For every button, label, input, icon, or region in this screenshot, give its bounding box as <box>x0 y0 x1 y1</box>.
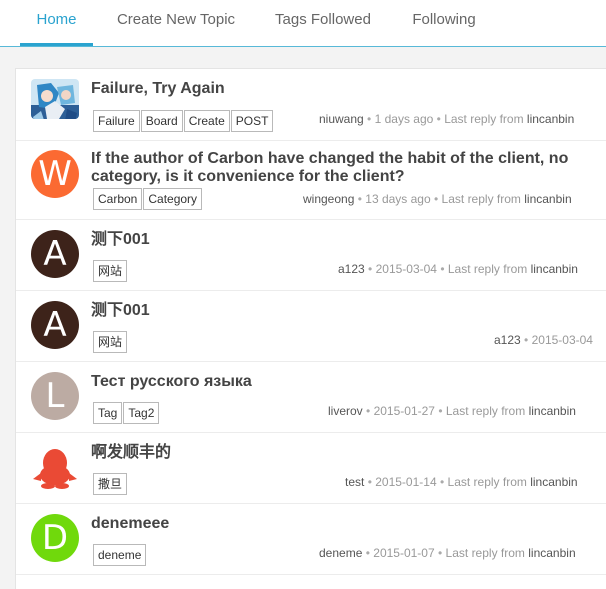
last-reply-user[interactable]: lincanbin <box>527 112 574 126</box>
top-nav: Home Create New Topic Tags Followed Foll… <box>0 0 606 47</box>
author-link[interactable]: a123 <box>494 333 521 347</box>
separator-dot: • <box>440 262 445 276</box>
author-link[interactable]: deneme <box>319 546 362 560</box>
topic-tag[interactable]: 网站 <box>93 331 128 353</box>
post-time: 2015-03-04 <box>375 262 437 276</box>
topic-row[interactable]: 啊发顺丰的撒旦 test • 2015-01-14 • Last reply fr… <box>16 432 606 504</box>
last-reply-user[interactable]: lincanbin <box>528 546 575 560</box>
author-link[interactable]: niuwang <box>319 112 364 126</box>
tag-list: 撒旦 <box>93 473 128 495</box>
tag-list: Failure Board Create POST <box>93 110 274 132</box>
anime-avatar-image[interactable] <box>31 79 79 119</box>
last-reply-user[interactable]: lincanbin <box>529 404 576 418</box>
user-avatar[interactable]: L <box>31 372 79 420</box>
topic-tag[interactable]: Failure <box>93 110 140 132</box>
topic-meta: a123 • 2015-03-04 <box>494 333 593 347</box>
qq-penguin-icon[interactable] <box>31 443 79 491</box>
separator-dot: • <box>438 546 443 560</box>
topic-meta: niuwang • 1 days ago • Last reply from l… <box>319 112 574 126</box>
topic-tag[interactable]: POST <box>230 110 274 132</box>
topic-title[interactable]: 啊发顺丰的 <box>91 444 606 462</box>
avatar-letter: L <box>45 376 65 416</box>
topic-tag[interactable]: Category <box>143 188 203 210</box>
user-avatar[interactable]: D <box>31 514 79 562</box>
last-reply-label: Last reply from <box>445 404 526 418</box>
post-time: 2015-01-07 <box>373 546 435 560</box>
topic-row[interactable]: A 测下001 网站 a123 • 2015-03-04 <box>16 290 606 362</box>
last-reply-label: Last reply from <box>445 546 525 560</box>
separator-dot: • <box>438 404 443 418</box>
topic-tag[interactable]: Carbon <box>93 188 143 210</box>
separator-dot: • <box>367 112 372 126</box>
topic-title[interactable]: denemeee <box>91 515 606 533</box>
topic-title[interactable]: 测下001 <box>91 231 606 249</box>
avatar-letter: A <box>43 305 67 345</box>
author-link[interactable]: a123 <box>338 262 365 276</box>
user-avatar[interactable]: W <box>31 150 79 198</box>
author-link[interactable]: test <box>345 475 364 489</box>
separator-dot: • <box>439 475 445 489</box>
last-reply-user[interactable]: lincanbin <box>524 192 571 206</box>
avatar-letter: W <box>38 154 72 194</box>
last-reply-label: Last reply from <box>441 192 521 206</box>
topic-title[interactable]: Failure, Try Again <box>91 80 606 98</box>
user-avatar[interactable]: A <box>31 301 79 349</box>
tab-home[interactable]: Home <box>20 0 93 46</box>
separator-dot: • <box>368 262 373 276</box>
separator-dot: • <box>436 112 441 126</box>
post-time: 1 days ago <box>374 112 434 126</box>
topic-tag[interactable]: Board <box>140 110 183 132</box>
topic-title[interactable]: Тест русского языка <box>91 373 606 391</box>
separator-dot: • <box>524 333 529 347</box>
author-link[interactable]: wingeong <box>303 192 354 206</box>
topic-row[interactable]: Failure, Try Again Failure Board Create POST… <box>16 69 606 141</box>
last-reply-label: Last reply from <box>447 262 528 276</box>
avatar-letter: A <box>43 234 67 274</box>
post-time: 2015-01-27 <box>373 404 435 418</box>
last-reply-user[interactable]: lincanbin <box>530 475 577 489</box>
tab-tags-followed[interactable]: Tags Followed <box>260 0 386 45</box>
tab-following[interactable]: Following <box>396 0 492 45</box>
topic-tag[interactable]: Create <box>183 110 230 132</box>
separator-dot: • <box>367 475 372 489</box>
separator-dot: • <box>357 192 362 206</box>
topic-meta: liverov • 2015-01-27 • Last reply from l… <box>328 404 576 418</box>
topic-title[interactable]: If the author of Carbon have changed the… <box>91 150 606 186</box>
topic-row[interactable]: L Тест русского языка Tag Tag2 liverov • 201… <box>16 361 606 433</box>
topic-list: Failure, Try Again Failure Board Create POST… <box>15 68 606 589</box>
last-reply-user[interactable]: lincanbin <box>531 262 578 276</box>
tag-list: Carbon Category <box>93 188 203 210</box>
topic-tag[interactable]: Tag <box>93 402 123 424</box>
avatar-letter: D <box>41 518 69 558</box>
topic-tag[interactable]: 撒旦 <box>93 473 128 495</box>
topic-title[interactable]: 测下001 <box>91 302 606 320</box>
topic-tag[interactable]: deneme <box>93 544 147 566</box>
post-time: 2015-01-14 <box>375 475 437 489</box>
topic-row[interactable]: W If the author of Carbon have changed th… <box>16 140 606 220</box>
separator-dot: • <box>434 192 439 206</box>
last-reply-label: Last reply from <box>444 112 524 126</box>
topic-tag[interactable]: Tag2 <box>123 402 160 424</box>
tab-create-new-topic[interactable]: Create New Topic <box>102 0 250 45</box>
topic-tag[interactable]: 网站 <box>93 260 128 282</box>
post-time: 2015-03-04 <box>531 333 593 347</box>
tag-list: 网站 <box>93 260 128 282</box>
separator-dot: • <box>366 404 371 418</box>
topic-row[interactable]: A 测下001 网站 a123 • 2015-03-04 • Last reply f… <box>16 219 606 291</box>
tag-list: deneme <box>93 544 147 566</box>
tag-list: 网站 <box>93 331 128 353</box>
topic-meta: a123 • 2015-03-04 • Last reply from linc… <box>338 262 578 276</box>
topic-meta: test • 2015-01-14 • Last reply from linc… <box>345 475 578 489</box>
author-link[interactable]: liverov <box>328 404 363 418</box>
user-avatar[interactable]: A <box>31 230 79 278</box>
separator-dot: • <box>365 546 370 560</box>
topic-meta: deneme • 2015-01-07 • Last reply from li… <box>319 546 576 560</box>
post-time: 13 days ago <box>365 192 431 206</box>
topic-row[interactable]: Ddenemeee deneme deneme • 2015-01-07 • Las… <box>16 503 606 575</box>
tag-list: Tag Tag2 <box>93 402 160 424</box>
last-reply-label: Last reply from <box>447 475 527 489</box>
topic-meta: wingeong • 13 days ago • Last reply from… <box>303 192 572 206</box>
